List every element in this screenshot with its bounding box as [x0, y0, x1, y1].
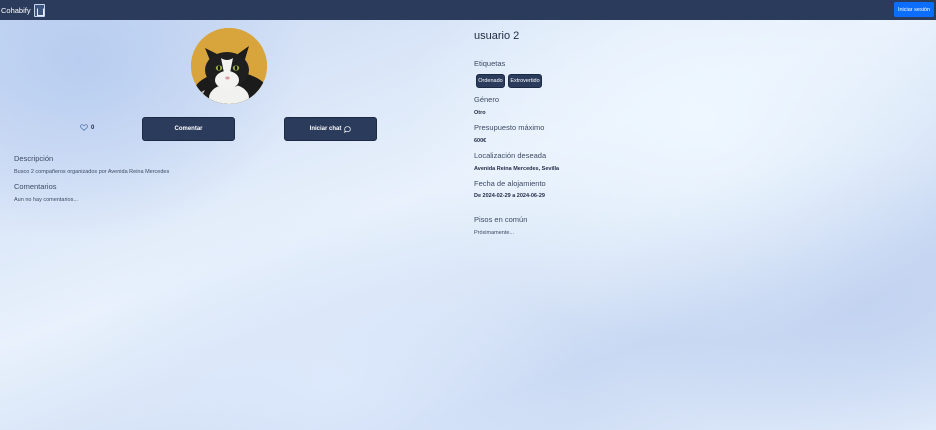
start-chat-label: Iniciar chat [309, 126, 342, 132]
profile-avatar [191, 28, 267, 104]
common-flats-heading: Pisos en común [474, 215, 528, 224]
budget-value: 600€ [474, 138, 487, 144]
profile-username: usuario 2 [474, 30, 520, 42]
location-value: Avenida Reina Mercedes, Sevilla [474, 166, 560, 172]
tag-ordenado[interactable]: Ordenado [476, 74, 505, 88]
dates-heading: Fecha de alojamiento [474, 179, 546, 188]
brand-name[interactable]: Cohabify [1, 6, 31, 15]
comment-button[interactable]: Comentar [142, 117, 235, 141]
dates-value: De 2024-02-29 a 2024-06-29 [474, 193, 545, 199]
login-button[interactable]: Iniciar sesión [894, 2, 934, 17]
likes-counter[interactable]: 0 [80, 124, 94, 131]
tag-extrovertido[interactable]: Extrovertido [508, 74, 542, 88]
brand-logo-icon[interactable] [33, 3, 45, 17]
description-heading: Descripción [14, 154, 54, 163]
tags-list: Ordenado Extrovertido [476, 74, 542, 88]
common-flats-text: Próximamente... [474, 230, 515, 236]
heart-icon[interactable] [80, 124, 88, 131]
gender-heading: Género [474, 95, 500, 104]
budget-heading: Presupuesto máximo [474, 123, 545, 132]
description-text: Busco 2 compañeros organizados por Aveni… [14, 169, 170, 175]
start-chat-button[interactable]: Iniciar chat [284, 117, 377, 141]
gender-value: Otro [474, 110, 486, 116]
comments-empty-text: Aun no hay comentarios... [14, 197, 78, 203]
cat-photo-icon [191, 28, 267, 104]
chat-bubble-icon [344, 125, 351, 133]
brand[interactable]: Cohabify [1, 3, 45, 17]
location-heading: Localización deseada [474, 151, 547, 160]
likes-count: 0 [91, 124, 95, 131]
comments-heading: Comentarios [14, 182, 57, 191]
top-navbar: Cohabify Iniciar sesión [0, 0, 936, 20]
tags-heading: Etiquetas [474, 59, 506, 68]
comment-button-label: Comentar [174, 126, 203, 132]
